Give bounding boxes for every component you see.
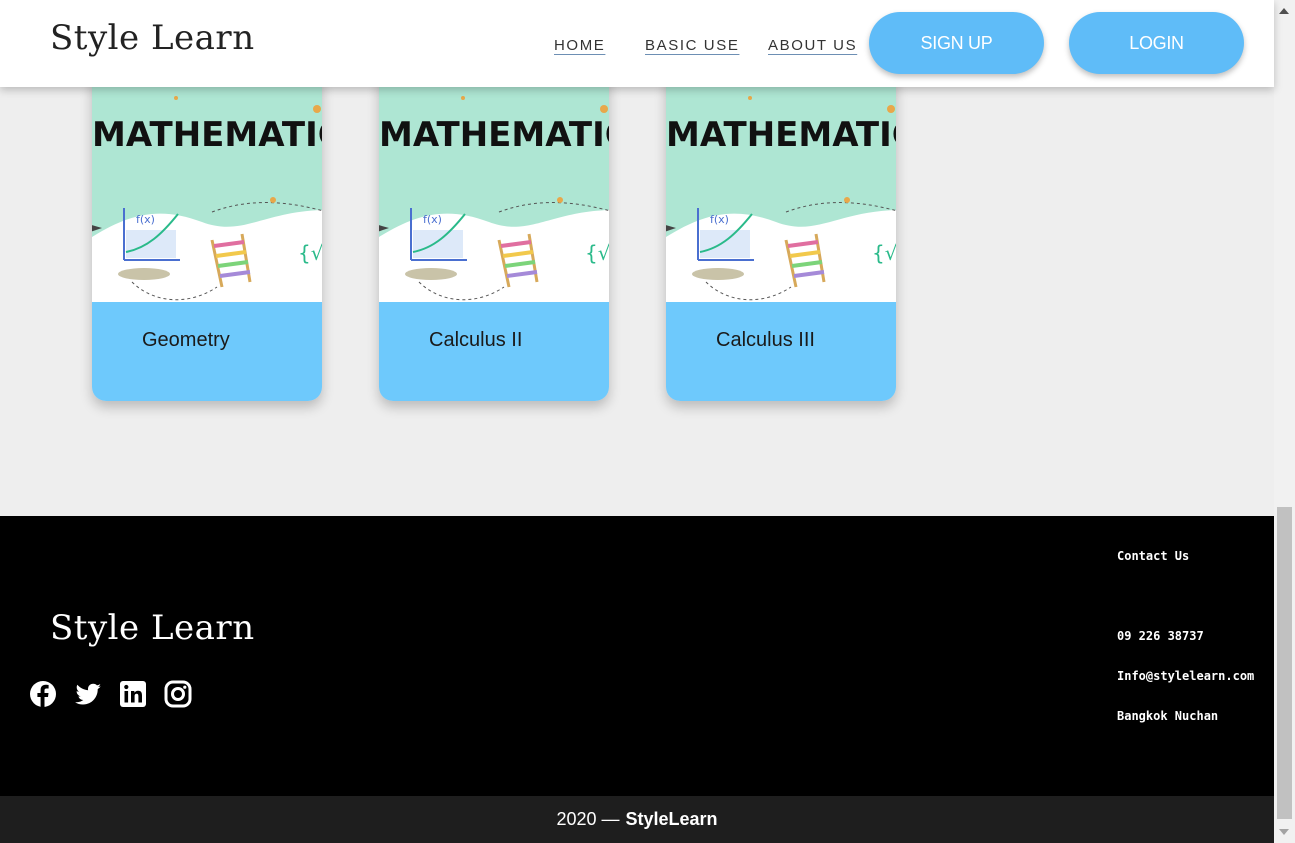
course-thumbnail: MATHEMATIC f(x) {√x	[666, 62, 896, 302]
svg-text:f(x): f(x)	[136, 213, 155, 226]
card-footer: Calculus II	[379, 302, 609, 401]
site-logo[interactable]: Style Learn	[50, 18, 255, 58]
card-footer: Calculus III	[666, 302, 896, 401]
footer-logo[interactable]: Style Learn	[50, 608, 255, 648]
site-footer: Style Learn Contact Us 09 226 38737 Info…	[0, 516, 1274, 796]
contact-us-heading: Contact Us	[1117, 549, 1190, 563]
course-title[interactable]: Calculus III	[716, 329, 815, 352]
scroll-down-arrow-icon[interactable]	[1279, 829, 1289, 835]
facebook-icon[interactable]	[29, 680, 57, 708]
twitter-icon[interactable]	[74, 680, 102, 708]
nav-home-link[interactable]: HOME	[554, 37, 605, 54]
contact-location: Bangkok Nuchan	[1117, 709, 1219, 723]
course-title[interactable]: Calculus II	[429, 329, 522, 352]
contact-email[interactable]: Info@stylelearn.com	[1117, 669, 1254, 683]
instagram-icon[interactable]	[164, 680, 192, 708]
copyright-brand: StyleLearn	[625, 809, 718, 829]
nav-about-us-link[interactable]: ABOUT US	[768, 37, 857, 54]
course-thumbnail: MATHEMATIC f(x) {√x	[379, 62, 609, 302]
svg-text:{√x: {√x	[585, 241, 609, 265]
course-card-calculus-ii[interactable]: MATHEMATIC f(x) {√x Calculus II	[379, 62, 609, 401]
sign-up-button[interactable]: SIGN UP	[869, 12, 1044, 74]
login-button[interactable]: LOGIN	[1069, 12, 1244, 74]
course-card-geometry[interactable]: MATHEMATIC f(x) {√x Geometry	[92, 62, 322, 401]
course-thumbnail-heading: MATHEMATIC	[92, 115, 322, 155]
svg-text:{√x: {√x	[872, 241, 896, 265]
scrollbar-thumb[interactable]	[1277, 507, 1292, 819]
course-title[interactable]: Geometry	[142, 329, 230, 352]
svg-text:f(x): f(x)	[423, 213, 442, 226]
card-footer: Geometry	[92, 302, 322, 401]
course-card-calculus-iii[interactable]: MATHEMATIC f(x) {√x Calculus III	[666, 62, 896, 401]
page-scrollbar[interactable]	[1274, 0, 1295, 843]
contact-phone[interactable]: 09 226 38737	[1117, 629, 1204, 643]
site-header: Style Learn HOME BASIC USE ABOUT US SIGN…	[0, 0, 1274, 87]
course-thumbnail-heading: MATHEMATIC	[379, 115, 609, 155]
svg-text:{√x: {√x	[298, 241, 322, 265]
copyright-year: 2020 —	[556, 809, 620, 829]
linkedin-icon[interactable]	[119, 680, 147, 708]
nav-basic-use-link[interactable]: BASIC USE	[645, 37, 739, 54]
copyright-bar: 2020 — StyleLearn	[0, 796, 1274, 843]
scroll-up-arrow-icon[interactable]	[1279, 8, 1289, 14]
svg-text:f(x): f(x)	[710, 213, 729, 226]
course-thumbnail-heading: MATHEMATIC	[666, 115, 896, 155]
course-thumbnail: MATHEMATIC f(x) {√x	[92, 62, 322, 302]
